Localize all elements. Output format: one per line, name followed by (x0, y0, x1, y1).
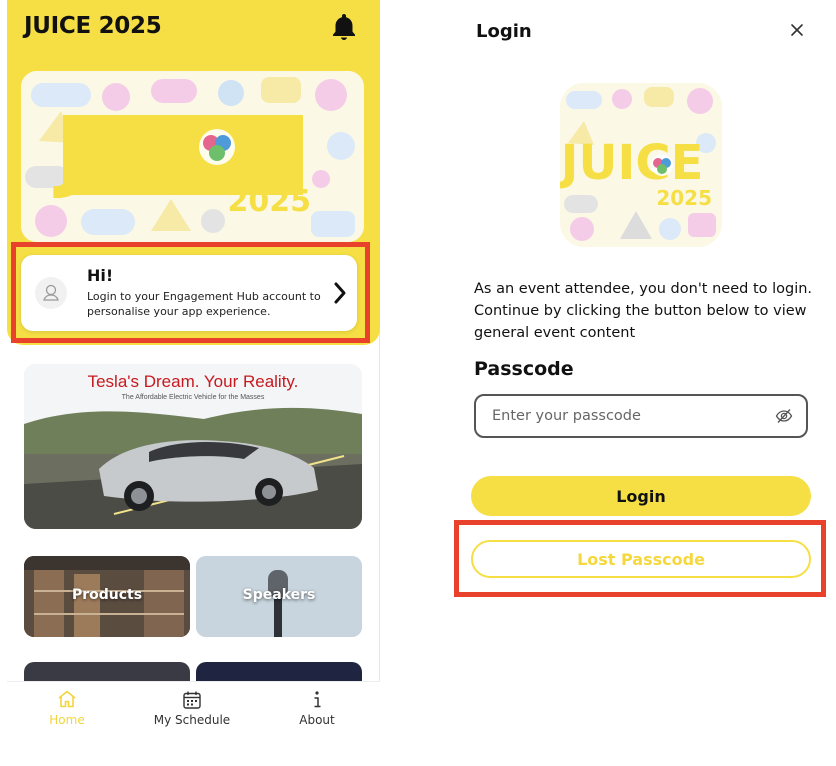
passcode-label: Passcode (474, 358, 574, 380)
tile-peek[interactable] (196, 662, 362, 682)
tile-speakers[interactable]: Speakers (196, 556, 362, 637)
juice-2025-banner: JUICE 2025 (21, 71, 364, 242)
modal-description: As an event attendee, you don't need to … (474, 281, 813, 341)
tile-label: Speakers (242, 587, 316, 603)
tab-my-schedule[interactable]: My Schedule (132, 682, 252, 742)
juice-2025-logo: JUICE 2025 (560, 83, 722, 247)
eye-slash-icon[interactable] (775, 408, 793, 424)
highlight-box (11, 242, 370, 343)
logo-word: JUICE (560, 135, 703, 191)
highlight-box (454, 520, 826, 597)
modal-title: Login (476, 21, 532, 42)
login-button[interactable]: Login (471, 476, 811, 516)
promo-headline: Tesla's Dream. Your Reality. (87, 372, 299, 391)
tile-products[interactable]: Products (24, 556, 190, 637)
info-icon (314, 691, 321, 708)
passcode-input[interactable] (474, 394, 808, 438)
promo-subline: The Affordable Electric Vehicle for the … (121, 394, 265, 401)
notification-bell-icon[interactable] (330, 12, 358, 42)
banner-year: 2025 (228, 184, 312, 219)
app-home-screen: JUICE 2025 JUICE 2025 Hi! Login to your … (0, 0, 380, 766)
tile-peek[interactable] (24, 662, 190, 682)
logo-year: 2025 (656, 186, 712, 210)
app-title: JUICE 2025 (24, 13, 162, 39)
tab-home[interactable]: Home (7, 682, 127, 742)
tab-label: Home (49, 713, 85, 727)
tile-label: Products (71, 587, 143, 603)
tab-about[interactable]: About (257, 682, 377, 742)
home-icon (58, 690, 76, 708)
close-icon[interactable] (789, 22, 805, 38)
promo-banner[interactable]: Tesla's Dream. Your Reality. The Afforda… (24, 364, 362, 529)
bottom-tab-bar: Home My Schedule About (7, 681, 380, 766)
calendar-icon (183, 691, 201, 709)
tab-label: About (299, 713, 335, 727)
tab-label: My Schedule (153, 713, 231, 727)
